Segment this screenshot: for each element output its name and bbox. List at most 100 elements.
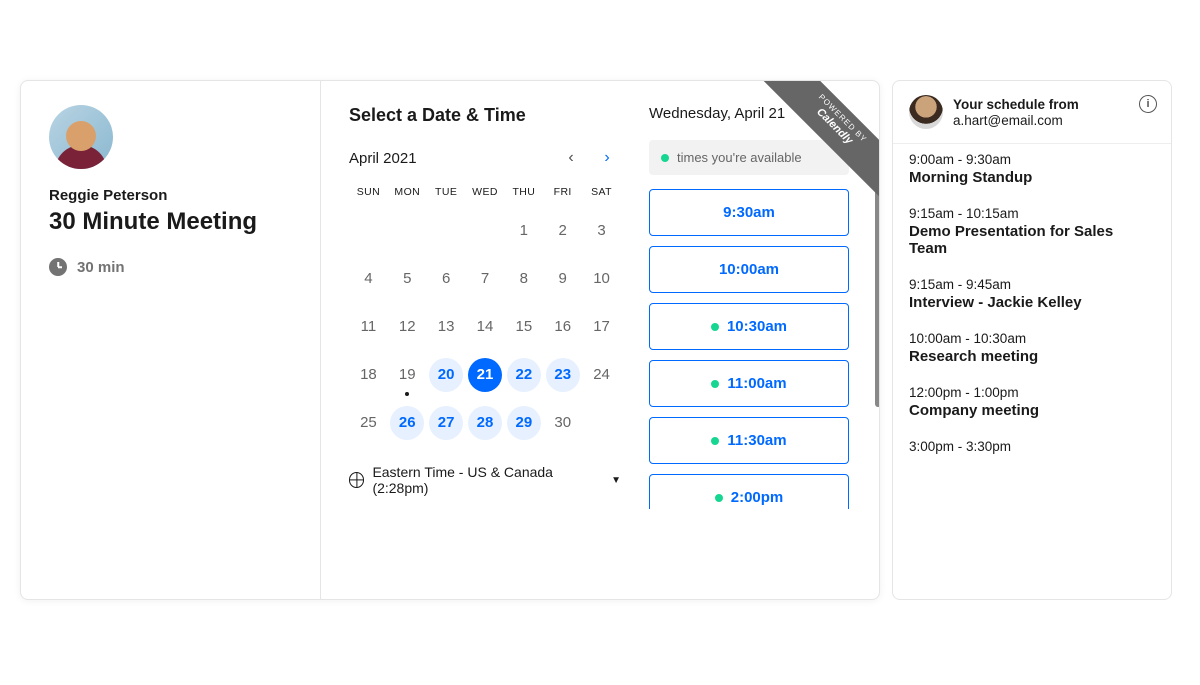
day-number: 29	[507, 406, 541, 440]
day-number: 11	[351, 310, 385, 344]
calendar-day-4: 4	[349, 260, 388, 298]
calendar-day-30: 30	[543, 404, 582, 442]
calendar-day-28[interactable]: 28	[466, 404, 505, 442]
schedule-card: Your schedule from a.hart@email.com i 9:…	[892, 80, 1172, 600]
day-number: 3	[585, 214, 619, 248]
weekday-label: TUE	[427, 186, 466, 198]
timeslot-label: 9:30am	[723, 204, 775, 221]
timeslot-label: 2:00pm	[731, 489, 784, 506]
duration-label: 30 min	[77, 259, 125, 276]
calendar-day-1: 1	[504, 212, 543, 250]
calendar-day-29[interactable]: 29	[504, 404, 543, 442]
day-number: 7	[468, 262, 502, 296]
day-number: 15	[507, 310, 541, 344]
timeslot-scrollbar[interactable]	[875, 177, 880, 579]
day-number: 6	[429, 262, 463, 296]
calendar-day-13: 13	[427, 308, 466, 346]
calendar-day-20[interactable]: 20	[427, 356, 466, 394]
day-number: 30	[546, 406, 580, 440]
calendar-day-6: 6	[427, 260, 466, 298]
day-number: 14	[468, 310, 502, 344]
meeting-duration: 30 min	[49, 258, 292, 276]
info-icon[interactable]: i	[1139, 95, 1157, 113]
meeting-title: 30 Minute Meeting	[49, 208, 292, 236]
event-time: 12:00pm - 1:00pm	[909, 385, 1155, 400]
schedule-email: a.hart@email.com	[953, 113, 1079, 128]
timeslot-label: 11:00am	[727, 375, 786, 392]
calendar-day-25: 25	[349, 404, 388, 442]
calendar-day-8: 8	[504, 260, 543, 298]
day-number: 16	[546, 310, 580, 344]
timeslot-button[interactable]: 11:00am	[649, 360, 849, 407]
calendar-day-18: 18	[349, 356, 388, 394]
calendar-day-9: 9	[543, 260, 582, 298]
event-name: Company meeting	[909, 402, 1155, 419]
availability-dot-icon	[661, 154, 669, 162]
day-number: 8	[507, 262, 541, 296]
calendar-panel: Select a Date & Time April 2021 ‹ › SUNM…	[321, 81, 649, 599]
scrollbar-thumb[interactable]	[875, 177, 880, 407]
calendar-day-21[interactable]: 21	[466, 356, 505, 394]
event-time: 9:00am - 9:30am	[909, 152, 1155, 167]
event-time: 10:00am - 10:30am	[909, 331, 1155, 346]
event-time: 9:15am - 9:45am	[909, 277, 1155, 292]
calendar-day-26[interactable]: 26	[388, 404, 427, 442]
timeslot-button[interactable]: 11:30am	[649, 417, 849, 464]
day-number: 24	[585, 358, 619, 392]
calendar-day-23[interactable]: 23	[543, 356, 582, 394]
picker-title: Select a Date & Time	[349, 105, 621, 126]
event-name: Interview - Jackie Kelley	[909, 294, 1155, 311]
timeslot-button[interactable]: 10:00am	[649, 246, 849, 293]
day-number: 28	[468, 406, 502, 440]
schedule-title: Your schedule from	[953, 96, 1079, 114]
schedule-event: 9:00am - 9:30am Morning Standup	[909, 152, 1155, 186]
day-number: 26	[390, 406, 424, 440]
calendar-day-24: 24	[582, 356, 621, 394]
event-name: Research meeting	[909, 348, 1155, 365]
legend-text: times you're available	[677, 150, 802, 165]
day-number: 10	[585, 262, 619, 296]
schedule-event-list: 9:00am - 9:30amMorning Standup9:15am - 1…	[893, 144, 1171, 464]
timezone-label: Eastern Time - US & Canada (2:28pm)	[372, 464, 603, 496]
day-number: 25	[351, 406, 385, 440]
next-month-button[interactable]: ›	[597, 148, 617, 168]
prev-month-button[interactable]: ‹	[561, 148, 581, 168]
availability-dot-icon	[711, 323, 719, 331]
booking-card: Reggie Peterson 30 Minute Meeting 30 min…	[20, 80, 880, 600]
calendar-grid: 1234567891011121314151617181920212223242…	[349, 212, 621, 442]
schedule-event: 10:00am - 10:30am Research meeting	[909, 331, 1155, 365]
globe-icon	[349, 472, 364, 488]
timeslot-button[interactable]: 2:00pm	[649, 474, 849, 509]
meeting-summary-panel: Reggie Peterson 30 Minute Meeting 30 min	[21, 81, 321, 599]
timeslot-label: 11:30am	[727, 432, 786, 449]
day-number: 23	[546, 358, 580, 392]
day-number: 1	[507, 214, 541, 248]
day-number: 2	[546, 214, 580, 248]
day-number: 27	[429, 406, 463, 440]
day-number: 17	[585, 310, 619, 344]
event-name: Morning Standup	[909, 169, 1155, 186]
availability-dot-icon	[715, 494, 723, 502]
event-time: 3:00pm - 3:30pm	[909, 439, 1155, 454]
timeslot-button[interactable]: 9:30am	[649, 189, 849, 236]
timezone-selector[interactable]: Eastern Time - US & Canada (2:28pm) ▼	[349, 464, 621, 496]
weekday-label: WED	[466, 186, 505, 198]
calendar-day-16: 16	[543, 308, 582, 346]
timeslot-button[interactable]: 10:30am	[649, 303, 849, 350]
weekday-label: THU	[504, 186, 543, 198]
user-avatar	[909, 95, 943, 129]
host-avatar	[49, 105, 113, 169]
day-number: 12	[390, 310, 424, 344]
availability-dot-icon	[711, 437, 719, 445]
calendar-day-27[interactable]: 27	[427, 404, 466, 442]
selected-date-label: Wednesday, April 21	[649, 105, 873, 122]
day-number: 21	[468, 358, 502, 392]
calendar-day-22[interactable]: 22	[504, 356, 543, 394]
chevron-down-icon: ▼	[611, 475, 621, 486]
event-name: Demo Presentation for Sales Team	[909, 223, 1155, 257]
calendar-day-2: 2	[543, 212, 582, 250]
day-number: 22	[507, 358, 541, 392]
schedule-event: 3:00pm - 3:30pm	[909, 439, 1155, 456]
timeslot-label: 10:30am	[727, 318, 787, 335]
schedule-event: 9:15am - 9:45am Interview - Jackie Kelley	[909, 277, 1155, 311]
